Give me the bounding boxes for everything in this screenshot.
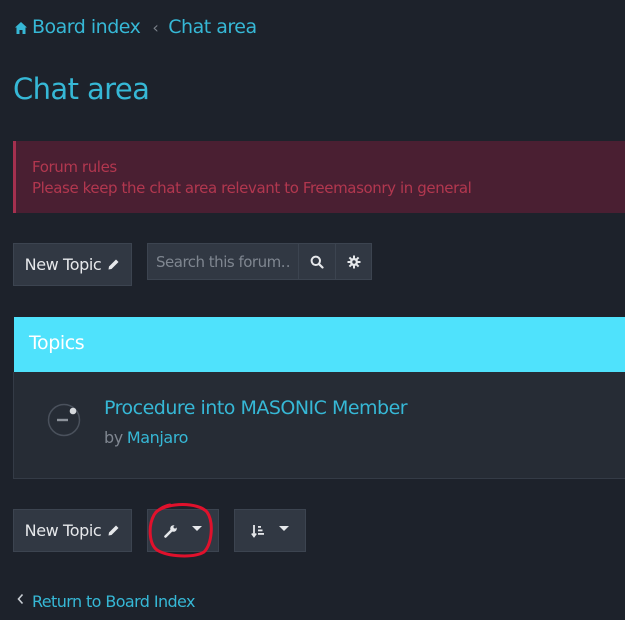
breadcrumb-chat-area[interactable]: Chat area bbox=[168, 16, 257, 38]
forum-search bbox=[147, 243, 372, 280]
forum-rules-text: Please keep the chat area relevant to Fr… bbox=[32, 179, 472, 197]
topic-meta: by Manjaro bbox=[104, 428, 188, 447]
search-input[interactable] bbox=[147, 243, 298, 280]
breadcrumb: Board index ‹ Chat area bbox=[14, 16, 257, 38]
wrench-icon bbox=[164, 524, 177, 538]
return-to-board-index-link[interactable]: Return to Board Index bbox=[16, 592, 195, 611]
sort-options-dropdown[interactable] bbox=[234, 509, 306, 552]
forum-rules-box: Forum rules Please keep the chat area re… bbox=[13, 141, 625, 213]
home-icon bbox=[15, 22, 27, 34]
advanced-search-button[interactable] bbox=[335, 243, 372, 280]
new-topic-label: New Topic bbox=[24, 255, 102, 274]
caret-down-icon bbox=[192, 526, 202, 531]
forum-rules-heading: Forum rules bbox=[32, 158, 117, 176]
pencil-icon bbox=[108, 525, 119, 536]
topic-read-icon bbox=[47, 403, 81, 437]
new-topic-button[interactable]: New Topic bbox=[13, 243, 132, 286]
chevron-left-icon: ‹ bbox=[152, 17, 159, 37]
chevron-left-icon bbox=[17, 593, 24, 604]
new-topic-label: New Topic bbox=[24, 521, 102, 540]
topics-header: Topics bbox=[14, 317, 625, 372]
page-title: Chat area bbox=[13, 72, 150, 106]
breadcrumb-board-index[interactable]: Board index bbox=[32, 16, 141, 38]
search-button[interactable] bbox=[298, 243, 335, 280]
topic-author-link[interactable]: Manjaro bbox=[127, 428, 189, 447]
topic-by-label: by bbox=[104, 428, 123, 447]
sort-icon bbox=[251, 524, 264, 538]
gear-icon bbox=[347, 255, 360, 268]
topic-title-link[interactable]: Procedure into MASONIC Member bbox=[104, 397, 408, 419]
topic-row: Procedure into MASONIC Member by Manjaro bbox=[13, 372, 625, 479]
topic-tools-dropdown[interactable] bbox=[147, 509, 219, 552]
return-link-label: Return to Board Index bbox=[32, 592, 195, 611]
pencil-icon bbox=[108, 259, 119, 270]
search-icon bbox=[310, 255, 324, 269]
caret-down-icon bbox=[279, 526, 289, 531]
new-topic-button-bottom[interactable]: New Topic bbox=[13, 509, 132, 552]
